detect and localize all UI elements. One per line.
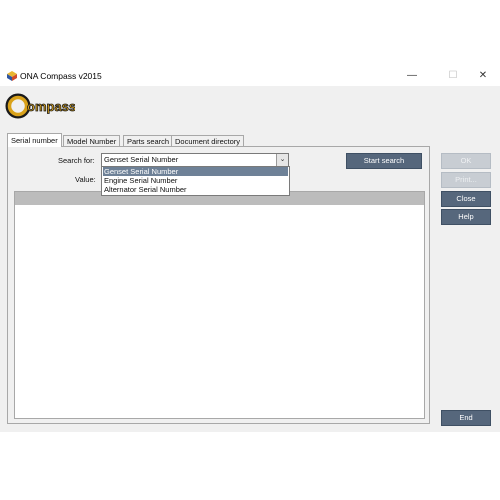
print-button[interactable]: Print...: [441, 172, 491, 188]
maximize-button[interactable]: ☐: [436, 66, 470, 86]
dropdown-option-engine[interactable]: Engine Serial Number: [103, 176, 288, 185]
window-close-button[interactable]: ✕: [466, 66, 500, 86]
dropdown-option-genset[interactable]: Genset Serial Number: [103, 167, 288, 176]
minimize-button[interactable]: —: [395, 66, 429, 86]
search-type-selected-value: Genset Serial Number: [104, 155, 179, 164]
value-label: Value:: [75, 175, 96, 184]
dropdown-option-alternator[interactable]: Alternator Serial Number: [103, 185, 288, 194]
window-title: ONA Compass v2015: [20, 71, 102, 81]
end-button[interactable]: End: [441, 410, 491, 426]
search-type-dropdown: Genset Serial Number Engine Serial Numbe…: [101, 166, 290, 196]
start-search-button[interactable]: Start search: [346, 153, 422, 169]
search-type-select[interactable]: Genset Serial Number ⌄: [101, 153, 289, 167]
help-button[interactable]: Help: [441, 209, 491, 225]
tab-serial-number[interactable]: Serial number: [7, 133, 62, 147]
ok-button[interactable]: OK: [441, 153, 491, 169]
search-for-label: Search for:: [58, 156, 95, 165]
svg-text:ompass: ompass: [27, 99, 75, 114]
close-button[interactable]: Close: [441, 191, 491, 207]
chevron-down-icon[interactable]: ⌄: [276, 154, 288, 166]
app-icon: [6, 70, 18, 82]
results-list[interactable]: [14, 191, 425, 419]
compass-logo: ompass: [5, 90, 77, 122]
